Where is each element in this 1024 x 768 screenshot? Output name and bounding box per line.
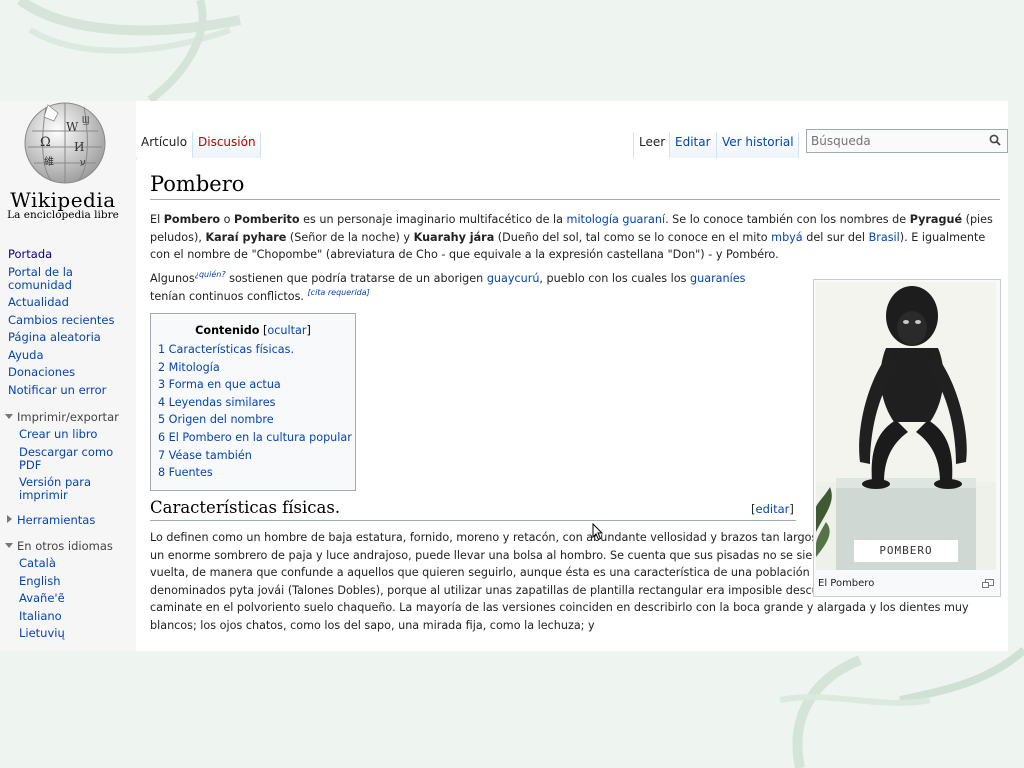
navigation-menu: Portada Portal de la comunidad Actualida… xyxy=(8,248,132,401)
search-input[interactable] xyxy=(807,131,985,151)
toc-item[interactable]: 8 Fuentes xyxy=(158,464,355,482)
nav-donaciones[interactable]: Donaciones xyxy=(8,366,132,379)
tab-divider xyxy=(260,132,261,158)
svg-text:Ω: Ω xyxy=(40,135,51,150)
tab-edit[interactable]: Editar xyxy=(670,130,716,158)
pombero-image[interactable]: POMBERO xyxy=(816,282,996,570)
mouse-cursor-icon xyxy=(592,523,604,541)
link-mitologia-guarani[interactable]: mitología guaraní xyxy=(567,213,666,226)
second-paragraph: Algunos¿quién? sostienen que podría trat… xyxy=(150,270,746,303)
toc-item[interactable]: 4 Leyendas similares xyxy=(158,394,355,412)
print-export-label: Imprimir/exportar xyxy=(17,410,119,424)
tab-discussion[interactable]: Discusión xyxy=(193,130,261,158)
section-heading: Características físicas. xyxy=(150,498,341,517)
page-title: Pombero xyxy=(150,172,245,196)
search-icon[interactable] xyxy=(989,134,1001,146)
tab-article[interactable]: Artículo xyxy=(136,130,193,158)
table-of-contents: Contenido [ocultar] 1 Características fí… xyxy=(150,313,356,491)
printable-version-link[interactable]: Versión para imprimir xyxy=(19,476,131,502)
svg-text:Ϣ: Ϣ xyxy=(82,116,90,126)
lang-lietuviu[interactable]: Lietuvių xyxy=(19,627,131,640)
article-content: Pombero El Pombero o Pomberito es un per… xyxy=(137,158,1008,651)
enlarge-icon[interactable] xyxy=(982,579,994,588)
title-divider xyxy=(150,199,1000,200)
link-mbya[interactable]: mbyá xyxy=(771,231,802,244)
toc-item[interactable]: 2 Mitología xyxy=(158,359,355,377)
link-brasil[interactable]: Brasil xyxy=(869,231,900,244)
tools-label: Herramientas xyxy=(17,513,96,527)
toc-toggle[interactable]: ocultar xyxy=(267,324,306,337)
tagline: La enciclopedia libre xyxy=(7,209,119,221)
svg-text:維: 維 xyxy=(44,155,54,168)
lang-english[interactable]: English xyxy=(19,574,131,588)
languages-label: En otros idiomas xyxy=(17,539,113,553)
tab-divider xyxy=(798,132,799,158)
thumbnail-figure: POMBERO El Pombero xyxy=(813,279,1001,597)
toc-item[interactable]: 5 Origen del nombre xyxy=(158,411,355,429)
browser-page: Ω W Ϣ И 維 ע Wikipedia La enciclopedia li… xyxy=(0,101,1008,651)
chevron-down-icon xyxy=(5,543,13,548)
nav-cambios-recientes[interactable]: Cambios recientes xyxy=(8,313,132,327)
lang-italiano[interactable]: Italiano xyxy=(19,609,131,623)
lang-guarani[interactable]: Avañe'ẽ xyxy=(19,592,131,605)
lang-catala[interactable]: Català xyxy=(19,557,131,570)
sidebar: Ω W Ϣ И 維 ע Wikipedia La enciclopedia li… xyxy=(0,101,136,651)
toc-item[interactable]: 1 Características físicas. xyxy=(158,341,355,359)
create-book-link[interactable]: Crear un libro xyxy=(19,428,131,441)
languages-menu: Català English Avañe'ẽ Italiano Lietuvių xyxy=(19,557,131,645)
tab-read[interactable]: Leer xyxy=(634,130,671,158)
link-guaycuru[interactable]: guaycurú xyxy=(487,272,540,285)
chevron-down-icon xyxy=(5,414,13,419)
nav-portal-comunidad[interactable]: Portal de la comunidad xyxy=(8,265,132,292)
svg-text:И: И xyxy=(74,140,84,154)
link-guaranies[interactable]: guaraníes xyxy=(690,272,745,285)
nav-ayuda[interactable]: Ayuda xyxy=(8,348,132,362)
download-pdf-link[interactable]: Descargar como PDF xyxy=(19,445,131,472)
toc-item[interactable]: 7 Véase también xyxy=(158,447,355,465)
intro-paragraph: El Pombero o Pomberito es un personaje i… xyxy=(150,213,993,262)
nav-portada[interactable]: Portada xyxy=(8,248,132,261)
section-divider xyxy=(150,520,796,521)
citation-needed[interactable]: [cita requerida] xyxy=(308,288,370,297)
nav-actualidad[interactable]: Actualidad xyxy=(8,296,132,309)
tools-heading[interactable]: Herramientas xyxy=(5,513,95,527)
nav-notificar-error[interactable]: Notificar un error xyxy=(8,383,132,397)
nav-pagina-aleatoria[interactable]: Página aleatoria xyxy=(8,331,132,344)
figure-caption: El Pombero xyxy=(818,578,875,589)
section-edit-link[interactable]: editar xyxy=(756,502,790,516)
svg-text:ע: ע xyxy=(80,158,86,168)
tab-history[interactable]: Ver historial xyxy=(717,130,799,158)
section-edit: [editar] xyxy=(751,502,794,516)
plaque-text: POMBERO xyxy=(879,544,933,557)
citation-who[interactable]: ¿quién? xyxy=(195,270,226,279)
search-box xyxy=(806,129,1008,153)
svg-text:W: W xyxy=(66,120,79,134)
languages-heading[interactable]: En otros idiomas xyxy=(5,539,113,553)
toc-item[interactable]: 3 Forma en que actua xyxy=(158,376,355,394)
toc-header: Contenido [ocultar] xyxy=(195,324,311,337)
globe-icon: Ω W Ϣ И 維 ע xyxy=(24,102,106,184)
wikipedia-logo[interactable]: Ω W Ϣ И 維 ע Wikipedia La enciclopedia li… xyxy=(0,101,136,231)
pombero-photo xyxy=(816,282,996,570)
toc-title: Contenido xyxy=(195,324,260,337)
print-export-menu: Crear un libro Descargar como PDF Versió… xyxy=(19,428,131,507)
chevron-right-icon xyxy=(7,515,12,523)
toc-item[interactable]: 6 El Pombero en la cultura popular xyxy=(158,429,355,447)
print-export-heading[interactable]: Imprimir/exportar xyxy=(5,410,119,424)
